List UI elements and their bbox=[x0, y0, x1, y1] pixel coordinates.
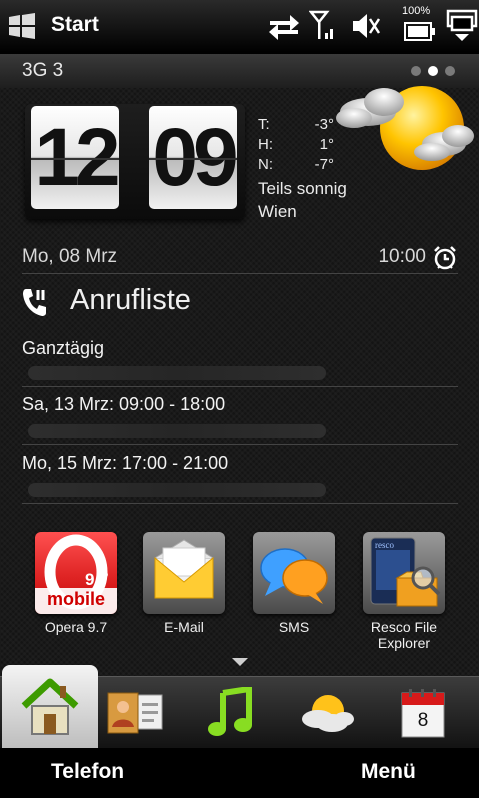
opera-version-badge: 9.7 bbox=[85, 570, 109, 589]
display-switch-icon[interactable] bbox=[446, 9, 478, 48]
app-label: Resco File Explorer bbox=[354, 619, 454, 651]
low-value: -7° bbox=[314, 156, 334, 173]
tab-calendar[interactable]: 8 bbox=[375, 677, 471, 749]
partly-sunny-icon[interactable] bbox=[332, 74, 479, 184]
weather-temp-row: T: -3° bbox=[258, 116, 334, 133]
chat-bubbles-icon bbox=[253, 532, 335, 614]
alarm-clock-icon bbox=[432, 245, 458, 276]
resco-explorer-icon: resco bbox=[363, 532, 445, 614]
clock-hour: 12 bbox=[31, 106, 119, 209]
calendar-entry[interactable]: Mo, 15 Mrz: 17:00 - 21:00 bbox=[22, 453, 458, 504]
low-label: N: bbox=[258, 156, 273, 173]
weather-low-row: N: -7° bbox=[258, 156, 334, 173]
high-label: H: bbox=[258, 136, 273, 153]
app-label: SMS bbox=[278, 619, 310, 635]
calendar-entry-subject-redacted bbox=[28, 424, 326, 438]
weather-icon bbox=[302, 695, 354, 732]
call-log-title[interactable]: Anrufliste bbox=[70, 284, 191, 317]
date-alarm-row[interactable]: Mo, 08 Mrz 10:00 bbox=[22, 243, 458, 274]
windows-logo-icon[interactable] bbox=[6, 10, 38, 42]
opera-mobile-badge: mobile bbox=[46, 589, 105, 609]
weather-high-row: H: 1° bbox=[258, 136, 334, 153]
alarm-time: 10:00 bbox=[378, 246, 426, 267]
weather-city[interactable]: Wien bbox=[258, 202, 297, 222]
flip-clock[interactable]: 12 09 bbox=[25, 104, 245, 219]
carrier-name: 3G 3 bbox=[22, 60, 64, 81]
start-menu-label[interactable]: Start bbox=[51, 13, 99, 37]
high-value: 1° bbox=[319, 136, 334, 153]
app-sms[interactable]: SMS bbox=[244, 532, 344, 635]
calendar-entry-subject-redacted bbox=[28, 366, 326, 380]
tab-weather[interactable] bbox=[279, 677, 375, 749]
calendar-day: 8 bbox=[417, 710, 429, 731]
app-label-line2: Explorer bbox=[377, 635, 431, 651]
data-sync-icon bbox=[268, 12, 300, 47]
calendar-entry-time: Ganztägig bbox=[22, 338, 105, 358]
softkey-bar: Telefon Menü bbox=[0, 748, 479, 798]
opera-icon: 9.7 mobile bbox=[35, 532, 117, 614]
app-email[interactable]: E-Mail bbox=[134, 532, 234, 635]
home-icon bbox=[21, 678, 79, 735]
tab-music[interactable] bbox=[183, 677, 279, 749]
calendar-entry-subject-redacted bbox=[28, 483, 326, 497]
battery-percent: 100% bbox=[402, 5, 431, 17]
current-date: Mo, 08 Mrz bbox=[22, 246, 118, 267]
softkey-left[interactable]: Telefon bbox=[51, 760, 124, 784]
home-panel: 12 09 T: -3° H: 1° N: -7° Teils sonnig Wien bbox=[0, 86, 479, 676]
battery-icon bbox=[404, 21, 436, 48]
calendar-entry[interactable]: Ganztägig bbox=[22, 338, 458, 387]
app-resco-explorer[interactable]: resco Resco File Explorer bbox=[354, 532, 454, 651]
contact-card-icon bbox=[107, 692, 163, 734]
tab-home[interactable] bbox=[2, 665, 98, 749]
tab-people[interactable] bbox=[87, 677, 183, 749]
tab-strip: 8 bbox=[0, 665, 479, 749]
call-log-icon bbox=[20, 286, 50, 323]
signal-icon bbox=[308, 10, 337, 47]
temp-label: T: bbox=[258, 116, 270, 133]
app-label: Opera 9.7 bbox=[44, 619, 108, 635]
calendar-entry[interactable]: Sa, 13 Mrz: 09:00 - 18:00 bbox=[22, 394, 458, 445]
calendar-entry-time: Sa, 13 Mrz: 09:00 - 18:00 bbox=[22, 394, 226, 414]
speaker-muted-icon bbox=[351, 11, 381, 46]
app-label: E-Mail bbox=[164, 619, 204, 635]
music-note-icon bbox=[208, 687, 252, 736]
softkey-right[interactable]: Menü bbox=[361, 760, 416, 784]
clock-minute: 09 bbox=[149, 106, 237, 209]
status-bar: Start 100% bbox=[0, 0, 479, 52]
temp-value: -3° bbox=[314, 116, 334, 133]
expand-arrow-icon[interactable] bbox=[232, 658, 248, 666]
app-opera[interactable]: 9.7 mobile Opera 9.7 bbox=[26, 532, 126, 635]
calendar-entry-time: Mo, 15 Mrz: 17:00 - 21:00 bbox=[22, 453, 229, 473]
envelope-icon bbox=[143, 532, 225, 614]
resco-brand-text: resco bbox=[375, 540, 394, 550]
app-label-line1: Resco File bbox=[370, 619, 438, 635]
